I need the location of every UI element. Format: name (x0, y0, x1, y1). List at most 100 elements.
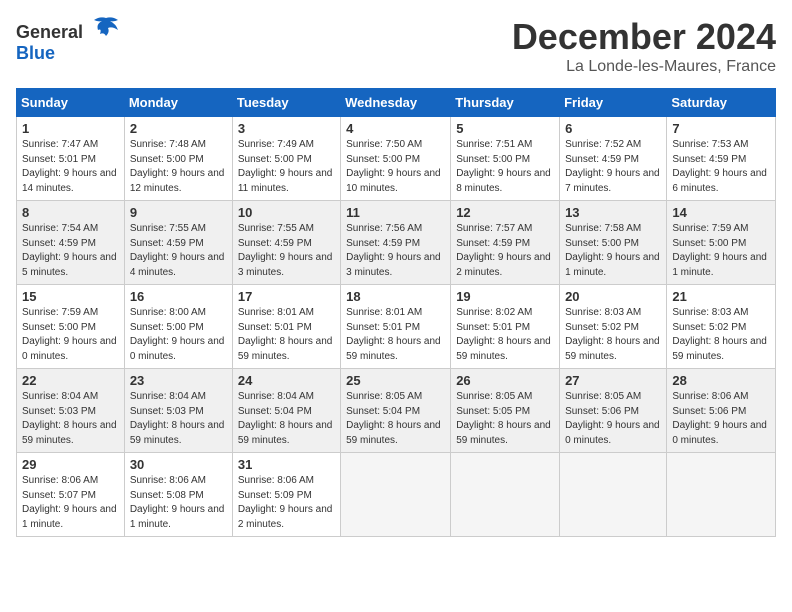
day-number: 31 (238, 457, 335, 472)
day-number: 2 (130, 121, 227, 136)
calendar-day-cell: 10 Sunrise: 7:55 AM Sunset: 4:59 PM Dayl… (232, 201, 340, 285)
weekday-header: Saturday (667, 89, 776, 117)
day-number: 18 (346, 289, 445, 304)
day-info: Sunrise: 8:05 AM Sunset: 5:04 PM Dayligh… (346, 390, 445, 448)
calendar-day-cell: 5 Sunrise: 7:51 AM Sunset: 5:00 PM Dayli… (451, 117, 560, 201)
day-number: 14 (672, 205, 770, 220)
weekday-header: Sunday (17, 89, 125, 117)
day-info: Sunrise: 8:06 AM Sunset: 5:08 PM Dayligh… (130, 474, 227, 532)
calendar-day-cell: 8 Sunrise: 7:54 AM Sunset: 4:59 PM Dayli… (17, 201, 125, 285)
calendar-day-cell: 30 Sunrise: 8:06 AM Sunset: 5:08 PM Dayl… (124, 453, 232, 537)
day-info: Sunrise: 7:50 AM Sunset: 5:00 PM Dayligh… (346, 138, 445, 196)
weekday-header: Wednesday (341, 89, 451, 117)
calendar-day-cell: 4 Sunrise: 7:50 AM Sunset: 5:00 PM Dayli… (341, 117, 451, 201)
day-number: 1 (22, 121, 119, 136)
logo-blue: Blue (16, 43, 55, 63)
day-info: Sunrise: 7:58 AM Sunset: 5:00 PM Dayligh… (565, 222, 661, 280)
day-number: 5 (456, 121, 554, 136)
day-number: 12 (456, 205, 554, 220)
calendar-header-row: SundayMondayTuesdayWednesdayThursdayFrid… (17, 89, 776, 117)
day-info: Sunrise: 7:51 AM Sunset: 5:00 PM Dayligh… (456, 138, 554, 196)
calendar-week-row: 1 Sunrise: 7:47 AM Sunset: 5:01 PM Dayli… (17, 117, 776, 201)
day-info: Sunrise: 7:57 AM Sunset: 4:59 PM Dayligh… (456, 222, 554, 280)
calendar-day-cell: 28 Sunrise: 8:06 AM Sunset: 5:06 PM Dayl… (667, 369, 776, 453)
day-number: 27 (565, 373, 661, 388)
day-number: 20 (565, 289, 661, 304)
day-info: Sunrise: 7:59 AM Sunset: 5:00 PM Dayligh… (22, 306, 119, 364)
day-info: Sunrise: 7:47 AM Sunset: 5:01 PM Dayligh… (22, 138, 119, 196)
logo-general: General (16, 22, 83, 42)
day-info: Sunrise: 7:53 AM Sunset: 4:59 PM Dayligh… (672, 138, 770, 196)
day-number: 25 (346, 373, 445, 388)
calendar-day-cell: 24 Sunrise: 8:04 AM Sunset: 5:04 PM Dayl… (232, 369, 340, 453)
day-info: Sunrise: 8:06 AM Sunset: 5:06 PM Dayligh… (672, 390, 770, 448)
calendar-day-cell: 7 Sunrise: 7:53 AM Sunset: 4:59 PM Dayli… (667, 117, 776, 201)
day-info: Sunrise: 7:52 AM Sunset: 4:59 PM Dayligh… (565, 138, 661, 196)
day-info: Sunrise: 8:06 AM Sunset: 5:07 PM Dayligh… (22, 474, 119, 532)
calendar-day-cell (451, 453, 560, 537)
calendar-day-cell: 15 Sunrise: 7:59 AM Sunset: 5:00 PM Dayl… (17, 285, 125, 369)
day-number: 19 (456, 289, 554, 304)
day-number: 9 (130, 205, 227, 220)
calendar-week-row: 8 Sunrise: 7:54 AM Sunset: 4:59 PM Dayli… (17, 201, 776, 285)
month-title: December 2024 (512, 16, 776, 58)
day-number: 23 (130, 373, 227, 388)
day-info: Sunrise: 8:06 AM Sunset: 5:09 PM Dayligh… (238, 474, 335, 532)
day-info: Sunrise: 8:02 AM Sunset: 5:01 PM Dayligh… (456, 306, 554, 364)
calendar-day-cell: 1 Sunrise: 7:47 AM Sunset: 5:01 PM Dayli… (17, 117, 125, 201)
calendar-week-row: 29 Sunrise: 8:06 AM Sunset: 5:07 PM Dayl… (17, 453, 776, 537)
day-info: Sunrise: 8:04 AM Sunset: 5:04 PM Dayligh… (238, 390, 335, 448)
day-number: 24 (238, 373, 335, 388)
calendar-day-cell: 21 Sunrise: 8:03 AM Sunset: 5:02 PM Dayl… (667, 285, 776, 369)
day-number: 16 (130, 289, 227, 304)
day-number: 6 (565, 121, 661, 136)
logo-text: General (16, 16, 120, 43)
calendar-day-cell: 11 Sunrise: 7:56 AM Sunset: 4:59 PM Dayl… (341, 201, 451, 285)
day-info: Sunrise: 7:55 AM Sunset: 4:59 PM Dayligh… (238, 222, 335, 280)
day-info: Sunrise: 8:01 AM Sunset: 5:01 PM Dayligh… (346, 306, 445, 364)
location: La Londe-les-Maures, France (512, 58, 776, 76)
calendar-day-cell: 25 Sunrise: 8:05 AM Sunset: 5:04 PM Dayl… (341, 369, 451, 453)
calendar-day-cell: 16 Sunrise: 8:00 AM Sunset: 5:00 PM Dayl… (124, 285, 232, 369)
calendar-day-cell (341, 453, 451, 537)
calendar-week-row: 15 Sunrise: 7:59 AM Sunset: 5:00 PM Dayl… (17, 285, 776, 369)
day-number: 26 (456, 373, 554, 388)
calendar-day-cell (667, 453, 776, 537)
calendar-day-cell: 12 Sunrise: 7:57 AM Sunset: 4:59 PM Dayl… (451, 201, 560, 285)
title-area: December 2024 La Londe-les-Maures, Franc… (512, 16, 776, 76)
day-info: Sunrise: 8:05 AM Sunset: 5:06 PM Dayligh… (565, 390, 661, 448)
calendar-day-cell: 18 Sunrise: 8:01 AM Sunset: 5:01 PM Dayl… (341, 285, 451, 369)
calendar: SundayMondayTuesdayWednesdayThursdayFrid… (16, 88, 776, 537)
day-number: 11 (346, 205, 445, 220)
day-number: 17 (238, 289, 335, 304)
weekday-header: Friday (560, 89, 667, 117)
day-number: 28 (672, 373, 770, 388)
calendar-day-cell: 27 Sunrise: 8:05 AM Sunset: 5:06 PM Dayl… (560, 369, 667, 453)
calendar-week-row: 22 Sunrise: 8:04 AM Sunset: 5:03 PM Dayl… (17, 369, 776, 453)
day-info: Sunrise: 8:04 AM Sunset: 5:03 PM Dayligh… (130, 390, 227, 448)
weekday-header: Monday (124, 89, 232, 117)
calendar-day-cell: 29 Sunrise: 8:06 AM Sunset: 5:07 PM Dayl… (17, 453, 125, 537)
logo: General Blue (16, 16, 120, 64)
day-info: Sunrise: 8:04 AM Sunset: 5:03 PM Dayligh… (22, 390, 119, 448)
day-info: Sunrise: 7:49 AM Sunset: 5:00 PM Dayligh… (238, 138, 335, 196)
calendar-day-cell: 20 Sunrise: 8:03 AM Sunset: 5:02 PM Dayl… (560, 285, 667, 369)
calendar-day-cell: 9 Sunrise: 7:55 AM Sunset: 4:59 PM Dayli… (124, 201, 232, 285)
day-number: 10 (238, 205, 335, 220)
weekday-header: Tuesday (232, 89, 340, 117)
day-number: 22 (22, 373, 119, 388)
calendar-day-cell: 17 Sunrise: 8:01 AM Sunset: 5:01 PM Dayl… (232, 285, 340, 369)
day-number: 7 (672, 121, 770, 136)
day-info: Sunrise: 8:03 AM Sunset: 5:02 PM Dayligh… (672, 306, 770, 364)
calendar-day-cell: 26 Sunrise: 8:05 AM Sunset: 5:05 PM Dayl… (451, 369, 560, 453)
day-number: 30 (130, 457, 227, 472)
day-number: 4 (346, 121, 445, 136)
calendar-day-cell: 14 Sunrise: 7:59 AM Sunset: 5:00 PM Dayl… (667, 201, 776, 285)
calendar-day-cell: 6 Sunrise: 7:52 AM Sunset: 4:59 PM Dayli… (560, 117, 667, 201)
day-number: 3 (238, 121, 335, 136)
day-info: Sunrise: 8:00 AM Sunset: 5:00 PM Dayligh… (130, 306, 227, 364)
day-number: 13 (565, 205, 661, 220)
calendar-day-cell: 2 Sunrise: 7:48 AM Sunset: 5:00 PM Dayli… (124, 117, 232, 201)
bird-icon (92, 16, 120, 38)
weekday-header: Thursday (451, 89, 560, 117)
